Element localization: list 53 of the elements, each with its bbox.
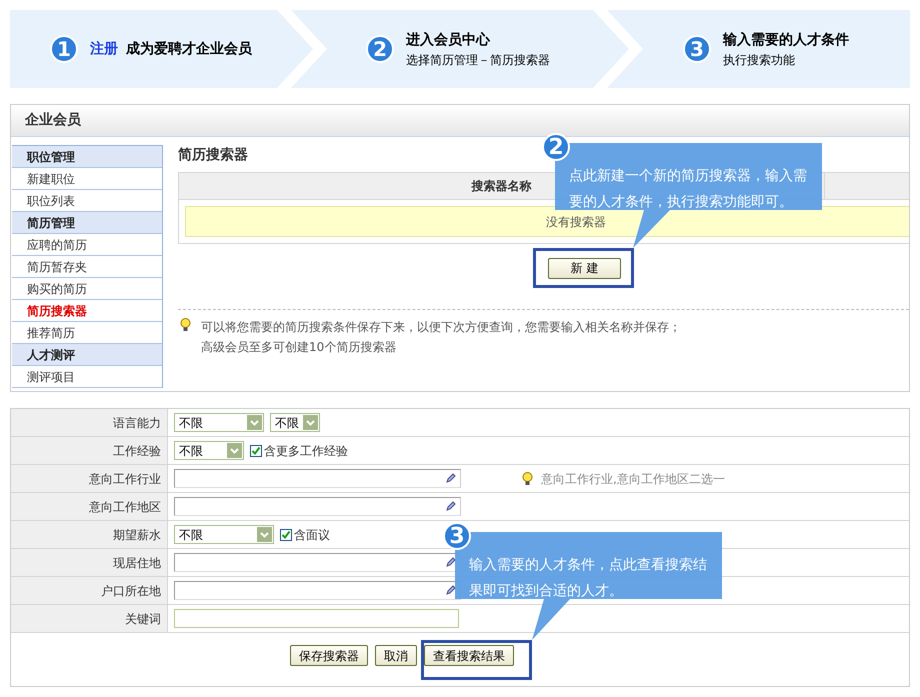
form-label: 期望薪水 [11, 521, 168, 548]
section-title: 简历搜索器 [178, 146, 248, 165]
chevron-down-icon [303, 415, 318, 430]
tip-text: 高级会员至多可创建10个简历搜索器 [201, 339, 398, 356]
dropdown[interactable]: 不限 [174, 413, 264, 432]
register-link[interactable]: 注册 [90, 38, 118, 60]
step-title: 输入需要的人才条件 [723, 30, 849, 50]
step-subtitle: 执行搜索功能 [723, 52, 796, 68]
checkbox[interactable] [280, 528, 292, 540]
step-subtitle: 选择简历管理－简历搜索器 [406, 52, 550, 68]
checkbox-label: 含面议 [294, 526, 330, 544]
sidebar-heading: 简历管理 [12, 212, 162, 234]
search-results-button[interactable]: 查看搜索结果 [424, 645, 514, 666]
dropdown[interactable]: 不限 [270, 413, 320, 432]
pencil-icon [445, 473, 456, 484]
form-label: 意向工作行业 [11, 465, 168, 492]
save-button[interactable]: 保存搜索器 [290, 645, 368, 666]
dropdown[interactable]: 不限 [174, 525, 274, 544]
step-title: 进入会员中心 [406, 30, 490, 50]
lightbulb-icon [522, 472, 533, 486]
form-label: 现居住地 [11, 549, 168, 576]
lightbulb-icon [180, 318, 191, 332]
picker-field[interactable] [174, 497, 461, 516]
step-title: 成为爱聘才企业会员 [126, 40, 252, 58]
checkbox-label: 含更多工作经验 [264, 442, 348, 460]
keyword-field[interactable] [174, 609, 459, 628]
step-badge: 2 [366, 35, 394, 63]
pencil-icon [445, 585, 456, 596]
panel-title: 企业会员 [25, 111, 81, 130]
cancel-button[interactable]: 取消 [375, 645, 417, 666]
pencil-icon [445, 557, 456, 568]
checkbox[interactable] [250, 444, 262, 456]
form-label: 工作经验 [11, 437, 168, 464]
picker-field[interactable] [174, 469, 461, 488]
step-badge: 1 [50, 35, 78, 63]
step-badge: 3 [683, 35, 711, 63]
callout-pointer [531, 599, 571, 641]
chevron-down-icon [247, 415, 262, 430]
callout-pointer [632, 210, 671, 249]
form-label: 户口所在地 [11, 577, 168, 604]
chevron-down-icon [257, 527, 272, 542]
form-label: 语言能力 [11, 409, 168, 436]
dropdown[interactable]: 不限 [174, 441, 244, 460]
sidebar-heading: 职位管理 [12, 146, 162, 168]
picker-field[interactable] [174, 581, 461, 600]
new-button[interactable]: 新 建 [548, 258, 621, 278]
tip-text: 可以将您需要的简历搜索条件保存下来，以便下次方便查询，您需要输入相关名称并保存； [201, 319, 681, 336]
pencil-icon [445, 501, 456, 512]
form-label: 意向工作地区 [11, 493, 168, 520]
sidebar-heading: 人才测评 [12, 344, 162, 366]
chevron-down-icon [227, 443, 242, 458]
hint-text: 意向工作行业,意向工作地区二选一 [541, 470, 725, 488]
form-label: 关键词 [11, 605, 168, 632]
